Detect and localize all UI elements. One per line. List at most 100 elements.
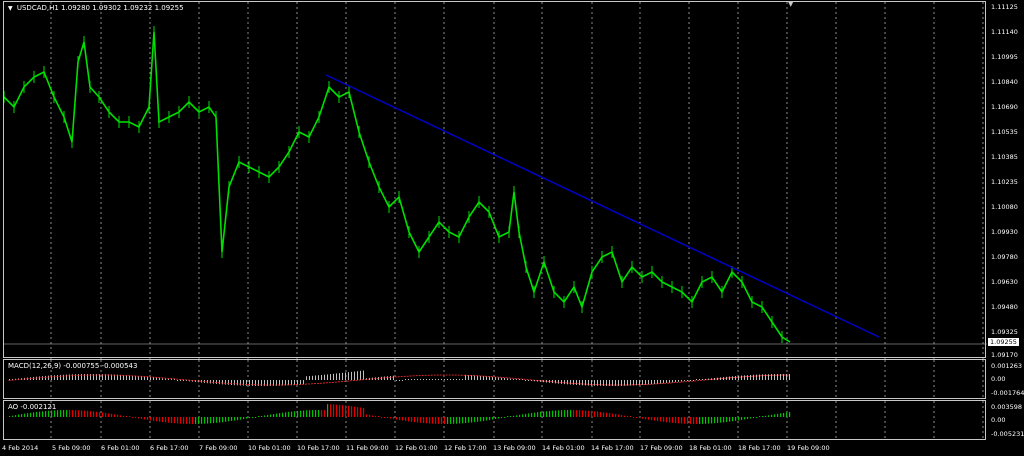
macd-histogram-bar (150, 377, 151, 380)
price-axis[interactable]: 1.11125 1.11140 1.10995 1.10840 1.10690 … (988, 1, 1024, 359)
ao-histogram-bar (771, 414, 773, 417)
ao-histogram-bar (567, 410, 569, 417)
ao-histogram-bar (672, 417, 674, 423)
macd-axis: 0.001263 0.00 -0.001764 (988, 359, 1024, 399)
price-axis-label: 1.09480 (991, 303, 1018, 311)
macd-histogram-bar (564, 380, 565, 385)
ao-histogram-bar (660, 417, 662, 422)
macd-histogram-bar (762, 374, 763, 380)
ao-histogram-bar (516, 415, 518, 417)
macd-axis-label: 0.00 (991, 375, 1006, 383)
macd-histogram-bar (447, 379, 448, 380)
ao-indicator-pane[interactable]: AO -0.002121 (3, 400, 986, 441)
macd-histogram-bar (162, 378, 163, 380)
time-axis[interactable]: 4 Feb 2014 5 Feb 09:00 6 Feb 01:00 6 Feb 17… (0, 441, 1024, 456)
chart-window: ▼ ▼ USDCAD,H1 1.09280 1.09302 1.09232 1.… (0, 0, 1024, 456)
ao-histogram-bar (507, 416, 509, 417)
macd-histogram-bar (144, 376, 145, 380)
macd-histogram-bar (399, 380, 400, 381)
macd-histogram-bar (432, 379, 433, 380)
ao-histogram-bar (636, 417, 638, 418)
price-chart-pane[interactable]: ▼ USDCAD,H1 1.09280 1.09302 1.09232 1.09… (3, 1, 987, 359)
ao-histogram-bar (462, 417, 464, 424)
macd-histogram-bar (729, 376, 730, 380)
dropdown-triangle-icon[interactable]: ▼ (8, 5, 13, 12)
ao-histogram-bar (669, 417, 671, 423)
ao-histogram-bar (114, 414, 116, 417)
macd-histogram-bar (318, 375, 319, 380)
ao-histogram-bar (177, 417, 179, 424)
ao-histogram-bar (198, 417, 200, 424)
ao-histogram-bar (126, 416, 128, 417)
ao-histogram-bar (627, 416, 629, 417)
ao-histogram-bar (216, 417, 218, 423)
macd-histogram-bar (528, 380, 529, 381)
macd-histogram-bar (567, 380, 568, 385)
macd-histogram-bar (714, 377, 715, 380)
ao-histogram-bar (753, 417, 755, 418)
ao-histogram-bar (582, 410, 584, 417)
macd-indicator-pane[interactable]: MACD(12,26,9) -0.000755 -0.000543 (3, 359, 986, 400)
ao-histogram-bar (66, 410, 68, 417)
ao-histogram-bar (381, 417, 383, 418)
macd-histogram-bar (135, 375, 136, 380)
macd-histogram-bar (405, 379, 406, 380)
ao-histogram-bar (135, 417, 137, 418)
macd-histogram-bar (336, 373, 337, 380)
ao-histogram-bar (414, 417, 416, 423)
ao-histogram-bar (369, 414, 371, 417)
macd-histogram-bar (561, 380, 562, 384)
ao-histogram-bar (366, 414, 368, 417)
ao-histogram-bar (273, 414, 275, 417)
ao-histogram-bar (351, 406, 353, 417)
macd-histogram-bar (39, 376, 40, 380)
macd-histogram-bar (693, 380, 694, 381)
ao-histogram-bar (291, 411, 293, 417)
ao-histogram-bar (303, 410, 305, 417)
ao-histogram-bar (495, 417, 497, 420)
macd-histogram-bar (9, 379, 10, 380)
ao-histogram-bar (633, 417, 635, 418)
macd-histogram-bar (426, 379, 427, 380)
ao-histogram-bar (714, 417, 716, 424)
macd-histogram-bar (525, 380, 526, 381)
macd-histogram-bar (450, 379, 451, 380)
ao-histogram-bar (654, 417, 656, 421)
macd-histogram-bar (327, 374, 328, 380)
ao-histogram-bar (648, 417, 650, 420)
macd-histogram-bar (708, 378, 709, 380)
macd-histogram-bar (771, 374, 772, 380)
price-axis-label: 1.09930 (991, 228, 1018, 236)
ao-histogram-bar (471, 417, 473, 423)
macd-histogram-bar (495, 377, 496, 380)
ao-histogram-bar (423, 417, 425, 424)
macd-histogram-bar (60, 374, 61, 380)
macd-histogram-bar (423, 379, 424, 380)
ao-histogram-bar (333, 404, 335, 417)
ao-histogram-bar (498, 417, 500, 419)
macd-histogram-bar (444, 379, 445, 380)
ao-histogram-bar (348, 405, 350, 417)
ao-histogram-bar (57, 410, 59, 417)
ao-histogram-bar (300, 410, 302, 417)
macd-histogram-bar (588, 380, 589, 386)
ao-histogram-bar (585, 410, 587, 417)
ao-histogram-bar (675, 417, 677, 424)
ao-histogram-bar (210, 417, 212, 424)
macd-histogram-bar (240, 380, 241, 386)
macd-histogram-bar (324, 374, 325, 380)
ao-histogram-bar (699, 417, 701, 424)
ao-histogram-bar (525, 413, 527, 417)
ao-histogram-bar (312, 410, 314, 417)
macd-histogram-bar (441, 379, 442, 380)
macd-histogram-bar (237, 380, 238, 386)
ao-histogram-bar (708, 417, 710, 424)
ao-histogram-bar (534, 412, 536, 417)
ao-histogram-bar (321, 410, 323, 417)
ao-histogram-bar (687, 417, 689, 424)
macd-histogram-bar (312, 375, 313, 380)
macd-histogram-bar (129, 375, 130, 380)
ao-histogram-bar (51, 410, 53, 417)
ao-histogram-bar (327, 404, 329, 417)
ao-histogram-bar (759, 416, 761, 417)
